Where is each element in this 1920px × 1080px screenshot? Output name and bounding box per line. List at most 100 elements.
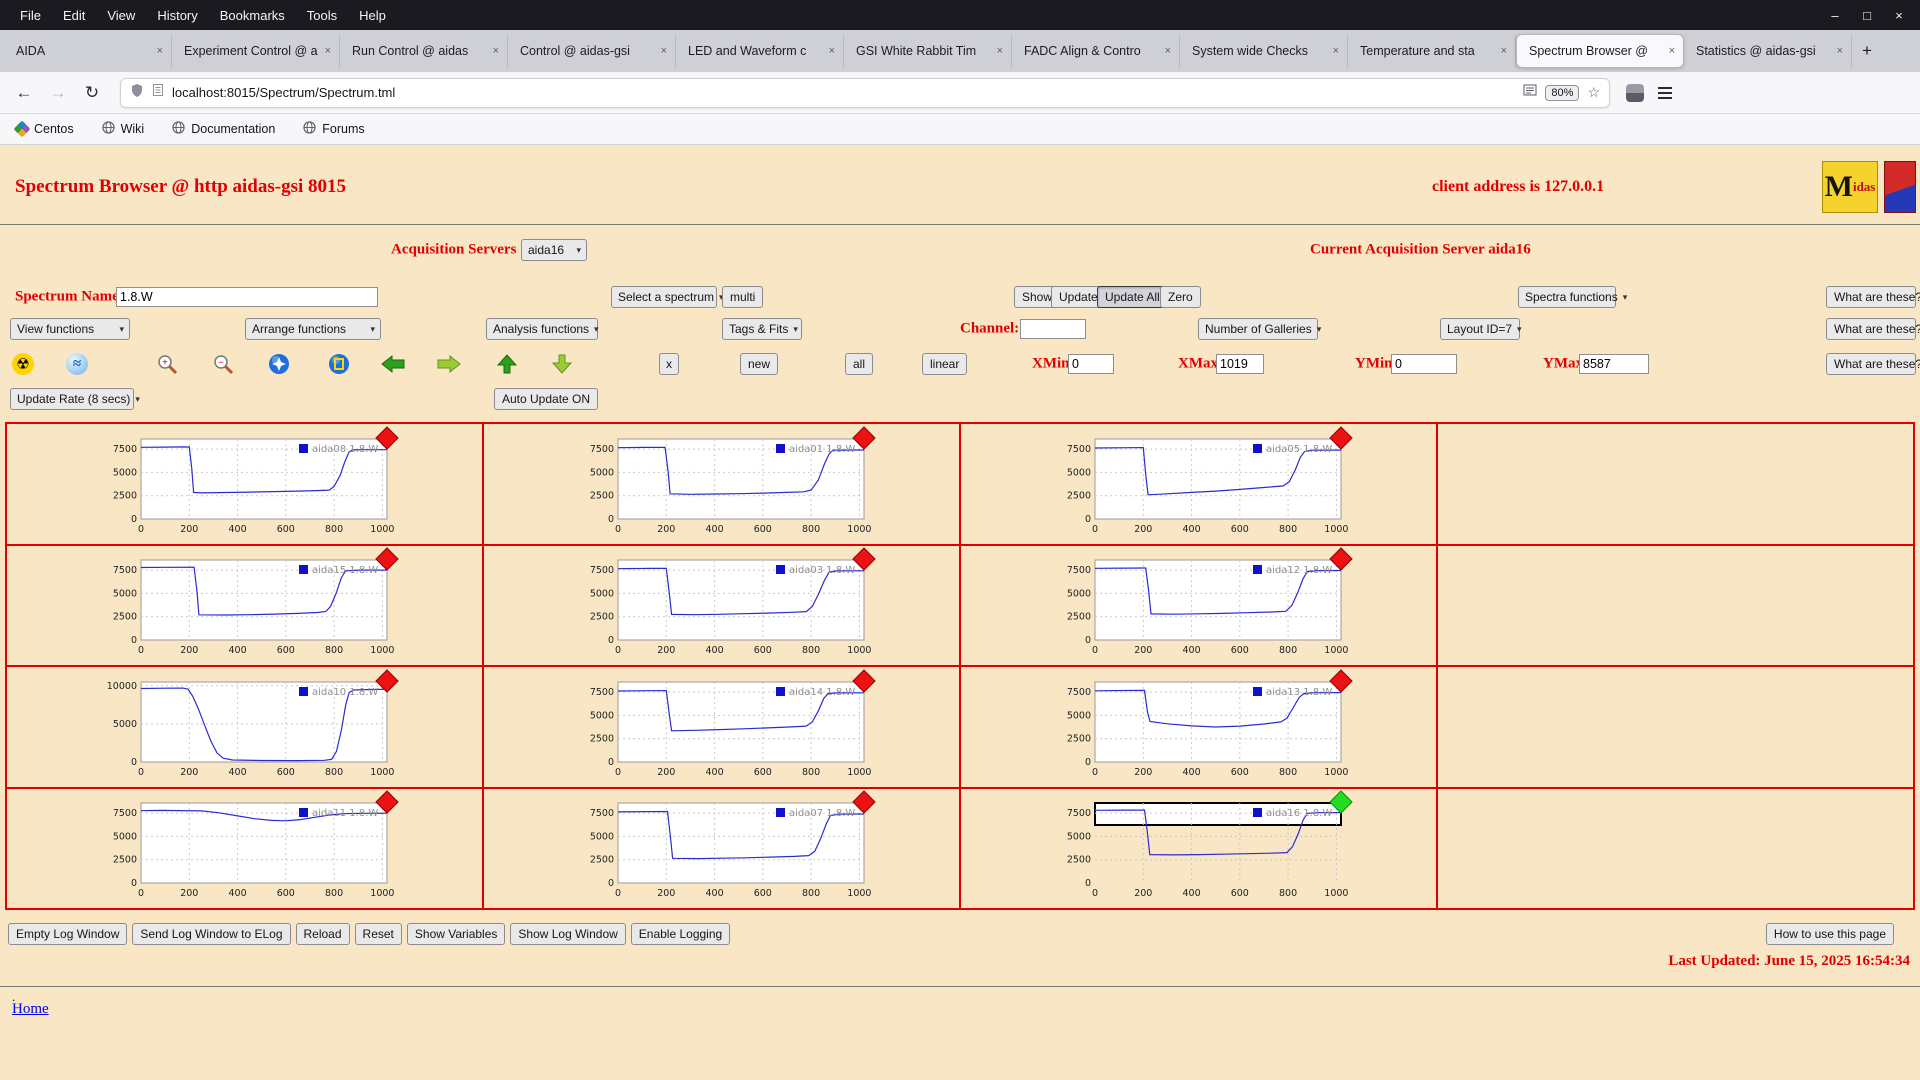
- url-bar[interactable]: localhost:8015/Spectrum/Spectrum.tml 80%…: [120, 77, 1610, 108]
- all-button[interactable]: all: [845, 353, 874, 375]
- tab-spectrum-browser[interactable]: Spectrum Browser @ ×: [1516, 34, 1684, 68]
- shield-icon[interactable]: [130, 83, 144, 103]
- maximize-button[interactable]: □: [1856, 8, 1878, 23]
- linear-button[interactable]: linear: [922, 353, 968, 375]
- extension-icon[interactable]: [1626, 83, 1644, 102]
- arrange-functions-dropdown[interactable]: Arrange functions ▾: [245, 318, 381, 340]
- down-arrow-icon[interactable]: [551, 353, 573, 375]
- new-tab-button[interactable]: +: [1852, 37, 1882, 65]
- spectrum-plot-aida15[interactable]: 0 200 400 600 800 1000 0 2500 5000 7500 aida15 1.…: [95, 547, 399, 662]
- home-link[interactable]: Home: [12, 1001, 49, 1018]
- tab-gsi-white-rabbit-tim[interactable]: GSI White Rabbit Tim ×: [844, 34, 1012, 68]
- prev-arrow-icon[interactable]: [380, 353, 406, 375]
- close-icon[interactable]: ×: [661, 45, 667, 57]
- tab-led-and-waveform-c[interactable]: LED and Waveform c ×: [676, 34, 844, 68]
- close-icon[interactable]: ×: [829, 45, 835, 57]
- spectrum-plot-aida10[interactable]: 0 200 400 600 800 10000500010000 aida10 1.8.W: [95, 669, 399, 784]
- update-rate-dropdown[interactable]: Update Rate (8 secs) ▾: [10, 388, 140, 410]
- menu-history[interactable]: History: [147, 6, 207, 25]
- zoom-level-badge[interactable]: 80%: [1545, 84, 1580, 101]
- auto-update-button[interactable]: Auto Update ON: [494, 388, 599, 410]
- bookmark-wiki[interactable]: Wiki: [101, 121, 144, 137]
- tab-run-control-aidas[interactable]: Run Control @ aidas ×: [340, 34, 508, 68]
- select-spectrum-dropdown[interactable]: Select a spectrum▾: [611, 286, 724, 308]
- menu-edit[interactable]: Edit: [53, 6, 95, 25]
- reload-button[interactable]: ↻: [78, 79, 106, 107]
- zoom-all-icon[interactable]: [268, 353, 290, 375]
- menu-tools[interactable]: Tools: [297, 6, 347, 25]
- menu-bookmarks[interactable]: Bookmarks: [210, 6, 295, 25]
- spectrum-plot-aida03[interactable]: 0 200 400 600 800 1000 0 2500 5000 7500 aida03 1.…: [572, 547, 876, 662]
- menu-file[interactable]: File: [10, 6, 51, 25]
- forward-button[interactable]: →: [44, 79, 72, 107]
- site-info-icon[interactable]: [152, 83, 164, 102]
- spectrum-plot-aida16[interactable]: 0 200 400 600 800 1000 0 2500 5000 7500 aida16 1.…: [1049, 790, 1353, 905]
- ymin-input[interactable]: [1391, 354, 1457, 374]
- multi-button[interactable]: multi: [722, 286, 764, 308]
- spectrum-plot-aida08[interactable]: 0 200 400 600 800 1000 0 2500 5000 7500 aida08 1.…: [95, 426, 399, 541]
- close-icon[interactable]: ×: [1501, 45, 1507, 57]
- reload-button[interactable]: Reload: [295, 923, 350, 945]
- new-button[interactable]: new: [740, 353, 779, 375]
- analysis-functions-dropdown[interactable]: Analysis functions ▾: [486, 318, 599, 340]
- zoom-out-icon[interactable]: −: [212, 353, 234, 375]
- ymax-input[interactable]: [1579, 354, 1649, 374]
- bookmark-star-icon[interactable]: ☆: [1587, 84, 1600, 101]
- spectrum-plot-aida07[interactable]: 0 200 400 600 800 1000 0 2500 5000 7500 aida07 1.…: [572, 790, 876, 905]
- spectrum-plot-aida05[interactable]: 0 200 400 600 800 1000 0 2500 5000 7500 aida05 1.…: [1049, 426, 1353, 541]
- tab-temperature-and-sta[interactable]: Temperature and sta ×: [1348, 34, 1516, 68]
- up-arrow-icon[interactable]: [496, 353, 518, 375]
- minimize-button[interactable]: –: [1824, 8, 1846, 23]
- channel-input[interactable]: [1020, 319, 1086, 339]
- enable-logging-button[interactable]: Enable Logging: [630, 923, 731, 945]
- close-icon[interactable]: ×: [1837, 45, 1843, 57]
- experiment-logo[interactable]: [1884, 161, 1916, 213]
- url-text[interactable]: localhost:8015/Spectrum/Spectrum.tml: [172, 85, 395, 100]
- acquisition-server-select[interactable]: aida16 ▾: [521, 239, 587, 261]
- close-icon[interactable]: ×: [325, 45, 331, 57]
- layout-id-dropdown[interactable]: Layout ID=7 ▾: [1440, 318, 1522, 340]
- number-of-galleries-dropdown[interactable]: Number of Galleries ▾: [1198, 318, 1321, 340]
- tags-fits-dropdown[interactable]: Tags & Fits ▾: [722, 318, 802, 340]
- midas-logo[interactable]: Midas: [1822, 161, 1878, 213]
- spectrum-plot-aida12[interactable]: 0 200 400 600 800 1000 0 2500 5000 7500 aida12 1.…: [1049, 547, 1353, 662]
- empty-log-window-button[interactable]: Empty Log Window: [8, 923, 128, 945]
- waves-icon[interactable]: ≈: [66, 353, 88, 375]
- reset-button[interactable]: Reset: [354, 923, 402, 945]
- close-icon[interactable]: ×: [1669, 45, 1675, 57]
- zero-button[interactable]: Zero: [1160, 286, 1201, 308]
- spectrum-name-input[interactable]: [116, 287, 378, 307]
- menu-help[interactable]: Help: [349, 6, 396, 25]
- close-icon[interactable]: ×: [1165, 45, 1171, 57]
- spectrum-plot-aida01[interactable]: 0 200 400 600 800 1000 0 2500 5000 7500 aida01 1.…: [572, 426, 876, 541]
- zoom-region-icon[interactable]: [328, 353, 350, 375]
- tab-system-wide-checks[interactable]: System wide Checks ×: [1180, 34, 1348, 68]
- spectra-functions-dropdown[interactable]: Spectra functions ▾: [1518, 286, 1627, 308]
- bookmark-forums[interactable]: Forums: [303, 121, 365, 137]
- menu-view[interactable]: View: [97, 6, 145, 25]
- xmin-input[interactable]: [1068, 354, 1114, 374]
- spectrum-plot-aida11[interactable]: 0 200 400 600 800 1000 0 2500 5000 7500 aida11 1.…: [95, 790, 399, 905]
- what-are-these-button[interactable]: What are these?: [1826, 318, 1920, 340]
- tab-control-aidas-gsi[interactable]: Control @ aidas-gsi ×: [508, 34, 676, 68]
- how-to-use-button[interactable]: How to use this page: [1765, 923, 1894, 945]
- what-are-these-button[interactable]: What are these?: [1826, 286, 1920, 308]
- tab-fadc-align-contro[interactable]: FADC Align & Contro ×: [1012, 34, 1180, 68]
- close-icon[interactable]: ×: [997, 45, 1003, 57]
- next-arrow-icon[interactable]: [436, 353, 462, 375]
- close-icon[interactable]: ×: [157, 45, 163, 57]
- x-button[interactable]: x: [659, 353, 679, 375]
- reader-mode-icon[interactable]: [1523, 83, 1537, 102]
- tab-experiment-control-a[interactable]: Experiment Control @ a ×: [172, 34, 340, 68]
- radiation-icon[interactable]: ☢: [12, 353, 34, 375]
- spectrum-plot-aida13[interactable]: 0 200 400 600 800 1000 0 2500 5000 7500 aida13 1.…: [1049, 669, 1353, 784]
- bookmark-documentation[interactable]: Documentation: [172, 121, 275, 137]
- zoom-in-icon[interactable]: +: [156, 353, 178, 375]
- show-log-window-button[interactable]: Show Log Window: [510, 923, 626, 945]
- view-functions-dropdown[interactable]: View functions ▾: [10, 318, 130, 340]
- close-icon[interactable]: ×: [493, 45, 499, 57]
- xmax-input[interactable]: [1216, 354, 1264, 374]
- show-variables-button[interactable]: Show Variables: [406, 923, 506, 945]
- back-button[interactable]: ←: [10, 79, 38, 107]
- bookmark-centos[interactable]: Centos: [13, 120, 74, 138]
